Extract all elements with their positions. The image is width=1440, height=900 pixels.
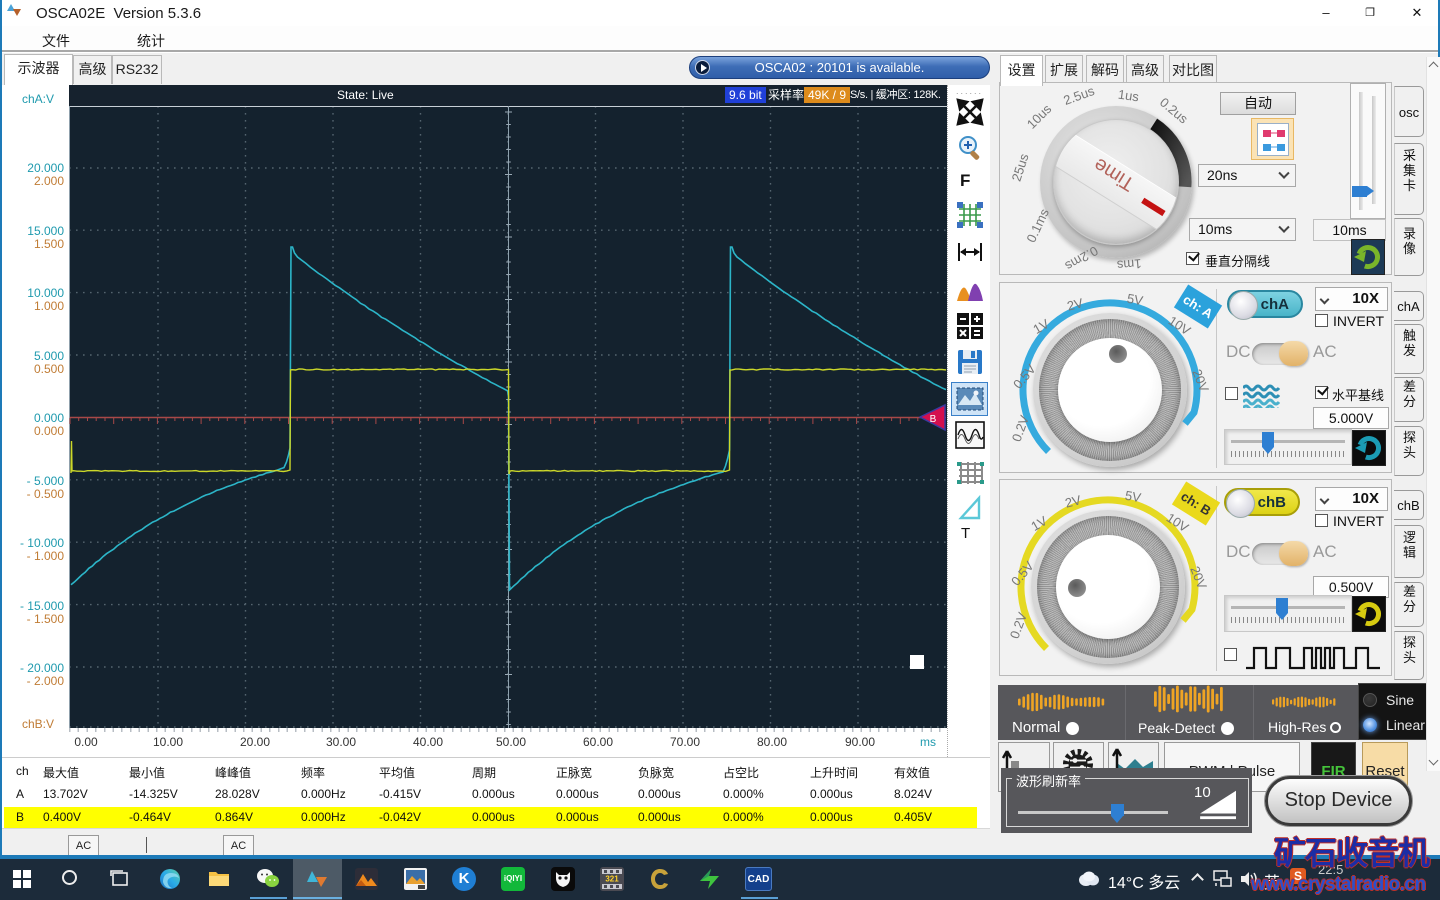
svg-text:B: B: [930, 414, 937, 425]
